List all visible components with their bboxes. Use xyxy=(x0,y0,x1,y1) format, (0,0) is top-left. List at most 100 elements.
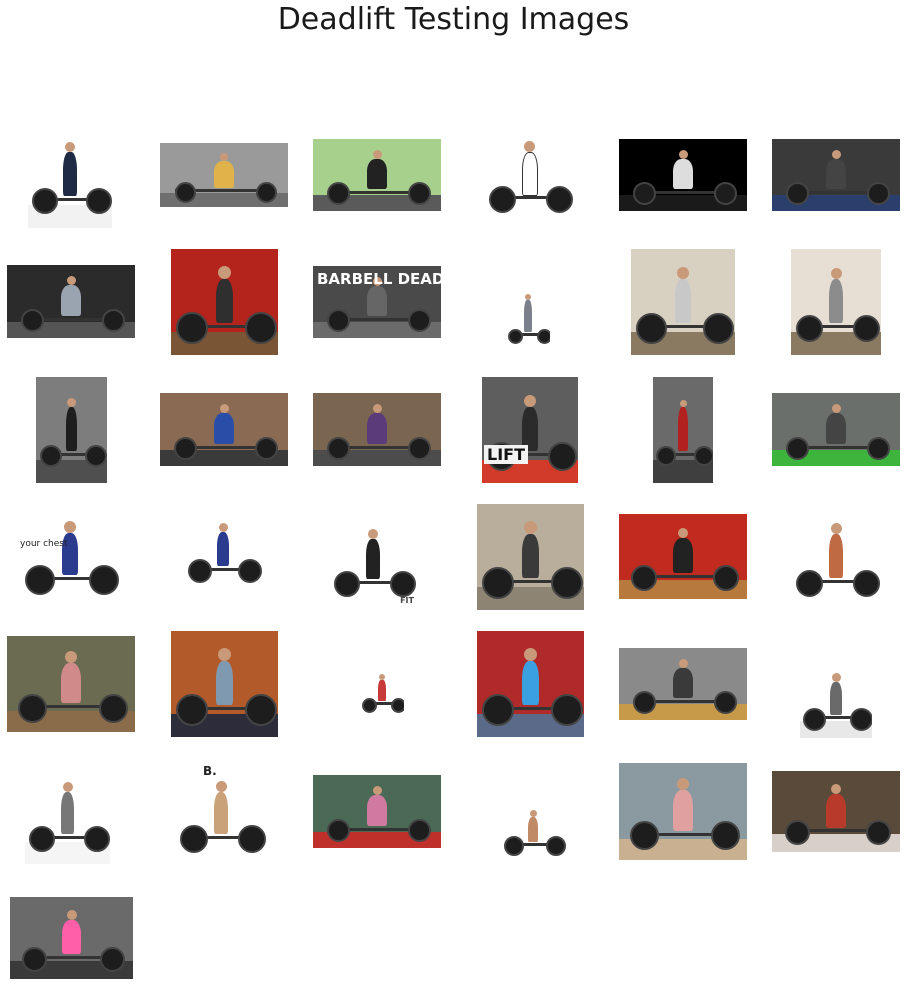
plate-right xyxy=(99,693,129,723)
lifter-figure xyxy=(60,285,82,317)
deadlift-image-20 xyxy=(184,509,262,591)
deadlift-image-30 xyxy=(800,660,872,738)
deadlift-image-6 xyxy=(772,139,900,211)
lifter-head xyxy=(66,909,77,920)
lifter-head xyxy=(218,265,231,279)
plate-right xyxy=(237,559,262,584)
plate-left xyxy=(326,437,350,461)
plate-left xyxy=(784,819,810,845)
plate-right xyxy=(85,188,112,215)
image-overlay-text: your chest xyxy=(20,539,68,549)
lifter-figure xyxy=(366,539,380,579)
lifter-figure xyxy=(213,160,235,188)
plate-left xyxy=(629,821,659,851)
plate-left xyxy=(488,185,516,213)
lifter-figure xyxy=(366,413,388,445)
deadlift-image-11 xyxy=(631,249,735,355)
lifter-figure xyxy=(672,790,694,831)
lifter-head xyxy=(66,276,76,286)
lifter-head xyxy=(218,647,231,661)
plate-right xyxy=(550,694,583,727)
lifter-figure xyxy=(674,278,692,324)
image-overlay-text: LIFT xyxy=(484,444,528,464)
deadlift-image-9: BARBELL DEADLIFT xyxy=(313,266,441,338)
image-grid: BARBELL DEADLIFT LIFT your chest FIT B. xyxy=(0,0,907,999)
lifter-head xyxy=(372,404,382,414)
deadlift-image-12 xyxy=(791,249,881,355)
plate-left xyxy=(632,182,656,206)
lifter-head xyxy=(219,404,229,414)
lifter-figure xyxy=(366,795,388,827)
lifter-head xyxy=(372,786,382,796)
lifter-head xyxy=(677,266,689,279)
lifter-head xyxy=(678,659,688,669)
lifter-figure xyxy=(830,681,842,715)
plate-right xyxy=(694,446,713,467)
lifter-figure xyxy=(678,406,688,452)
deadlift-image-4 xyxy=(484,124,574,224)
lifter-figure xyxy=(521,533,540,579)
deadlift-image-18 xyxy=(772,393,900,466)
lifter-figure xyxy=(825,159,847,190)
lifter-head xyxy=(524,394,536,407)
lifter-head xyxy=(678,527,688,538)
lifter-figure xyxy=(672,159,694,190)
lifter-head xyxy=(524,647,537,661)
plate-right xyxy=(702,312,734,344)
plate-right xyxy=(849,707,872,731)
lifter-head xyxy=(368,529,378,540)
plate-left xyxy=(508,328,524,344)
deadlift-image-32: B. xyxy=(175,764,267,864)
plate-right xyxy=(89,565,119,595)
lifter-head xyxy=(677,778,689,791)
lifter-figure xyxy=(216,531,230,567)
plate-left xyxy=(173,437,197,461)
deadlift-image-33 xyxy=(313,775,441,848)
plate-right xyxy=(852,569,880,597)
lifter-head xyxy=(524,520,537,534)
deadlift-image-8 xyxy=(171,249,278,355)
deadlift-image-36 xyxy=(772,771,900,852)
deadlift-image-17 xyxy=(653,377,713,483)
lifter-figure xyxy=(213,792,229,834)
lifter-head xyxy=(831,783,841,794)
plate-left xyxy=(21,946,47,972)
lifter-figure xyxy=(825,793,847,828)
deadlift-image-25 xyxy=(7,636,135,732)
deadlift-image-27 xyxy=(360,666,404,716)
plate-right xyxy=(100,946,126,972)
plate-left xyxy=(20,309,44,333)
lifter-figure xyxy=(828,278,844,324)
lifter-figure xyxy=(61,919,82,955)
plate-right xyxy=(712,565,739,592)
deadlift-image-2 xyxy=(160,143,288,207)
lifter-head xyxy=(678,150,688,160)
plate-left xyxy=(795,314,823,342)
lifter-figure xyxy=(65,406,78,452)
plate-right xyxy=(853,314,881,342)
plate-left xyxy=(174,181,196,203)
deadlift-image-34 xyxy=(500,800,566,860)
plate-right xyxy=(390,697,404,713)
plate-left xyxy=(179,825,208,853)
plate-left xyxy=(503,836,524,857)
deadlift-image-10 xyxy=(506,279,550,354)
plate-left xyxy=(25,565,55,595)
lifter-head xyxy=(215,781,227,792)
deadlift-image-19: your chest xyxy=(20,505,120,605)
plate-left xyxy=(188,559,213,584)
lifter-head xyxy=(379,674,385,680)
plate-left xyxy=(785,437,809,461)
lifter-head xyxy=(220,152,228,161)
lifter-figure xyxy=(825,413,847,445)
deadlift-image-21: FIT xyxy=(330,513,416,607)
lifter-head xyxy=(830,267,842,279)
lifter-head xyxy=(523,141,535,152)
image-overlay-text: B. xyxy=(203,764,217,778)
lifter-head xyxy=(830,522,842,534)
plate-right xyxy=(389,570,416,597)
lifter-head xyxy=(65,141,75,152)
plate-left xyxy=(17,693,47,723)
plate-left xyxy=(785,182,809,206)
image-overlay-text: BARBELL DEADLIFT xyxy=(317,270,441,288)
